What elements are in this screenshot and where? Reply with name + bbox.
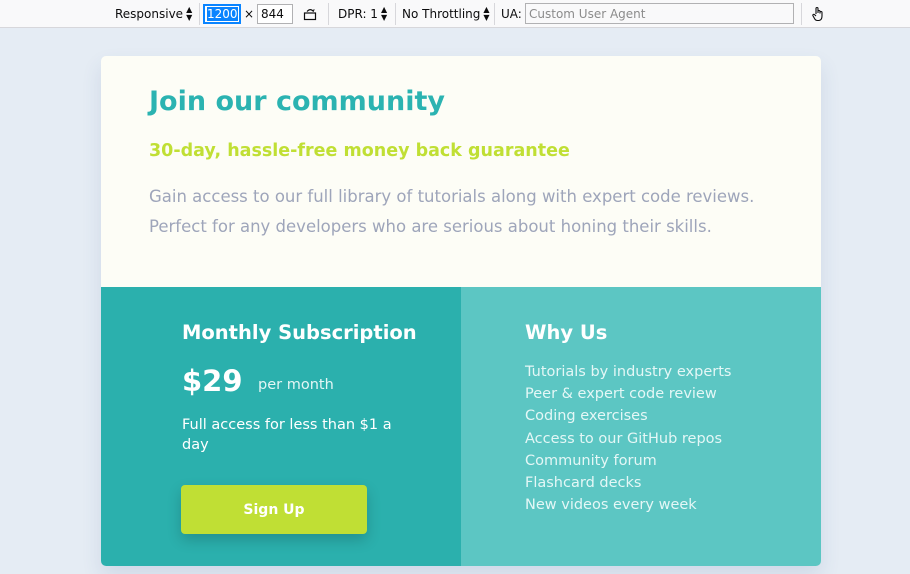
list-item: Flashcard decks (525, 475, 642, 492)
viewport-width-value: 1200 (207, 7, 238, 21)
list-item: Peer & expert code review (525, 386, 717, 403)
dimension-separator: × (244, 7, 255, 21)
list-item: Tutorials by industry experts (525, 364, 732, 380)
throttling-selector-label: No Throttling (402, 7, 481, 21)
toolbar-divider (199, 3, 200, 25)
intro-section: Join our community 30-day, hassle-free m… (101, 56, 821, 287)
toolbar-divider (328, 3, 329, 25)
touch-simulation-button[interactable] (811, 0, 825, 28)
device-selector[interactable]: Responsive ▲ ▼ (115, 0, 192, 28)
price-note: Full access for less than $1 a day (182, 417, 392, 453)
responsive-toolbar: Responsive ▲ ▼ 1200 × 844 DPR: 1 ▲ ▼ No Th… (0, 0, 910, 28)
rotate-icon (303, 9, 317, 21)
viewport-height-value: 844 (261, 7, 284, 21)
list-item: Access to our GitHub repos (525, 430, 723, 447)
subscription-section: Monthly Subscription $29 per month Full … (101, 287, 461, 566)
dpr-selector-label: DPR: 1 (338, 7, 378, 21)
toolbar-divider (395, 3, 396, 25)
touch-icon (812, 6, 823, 22)
subscription-heading: Monthly Subscription (182, 321, 417, 344)
community-card: Join our community 30-day, hassle-free m… (101, 56, 821, 566)
device-selector-arrows-icon: ▲ ▼ (186, 5, 193, 22)
dpr-selector[interactable]: DPR: 1 ▲ ▼ (338, 0, 387, 28)
viewport-height-input[interactable]: 844 (257, 4, 293, 24)
why-us-section: Why Us Tutorials by industry experts Pee… (461, 287, 821, 566)
toolbar-divider (494, 3, 495, 25)
rotate-button[interactable] (303, 0, 317, 28)
ua-label: UA: (501, 7, 522, 21)
why-us-heading: Why Us (525, 321, 608, 344)
throttling-selector[interactable]: No Throttling ▲ ▼ (402, 0, 490, 28)
throttling-selector-arrows-icon: ▲ ▼ (483, 5, 490, 22)
toolbar-divider (801, 3, 802, 25)
device-selector-label: Responsive (115, 7, 184, 21)
user-agent-input[interactable] (525, 3, 794, 24)
sign-up-button[interactable]: Sign Up (181, 485, 367, 534)
intro-description: Gain access to our full library of tutor… (149, 187, 755, 236)
dpr-selector-arrows-icon: ▲ ▼ (380, 5, 388, 22)
viewport-width-input[interactable]: 1200 (203, 4, 241, 24)
list-item: Coding exercises (525, 408, 648, 425)
why-us-list: Tutorials by industry experts Peer & exp… (525, 361, 731, 516)
page-title: Join our community (149, 86, 445, 117)
price-period: per month (258, 377, 334, 393)
guarantee-subtitle: 30-day, hassle-free money back guarantee (149, 141, 570, 161)
list-item: New videos every week (525, 497, 697, 514)
list-item: Community forum (525, 452, 657, 469)
price-amount: $29 (182, 364, 243, 398)
